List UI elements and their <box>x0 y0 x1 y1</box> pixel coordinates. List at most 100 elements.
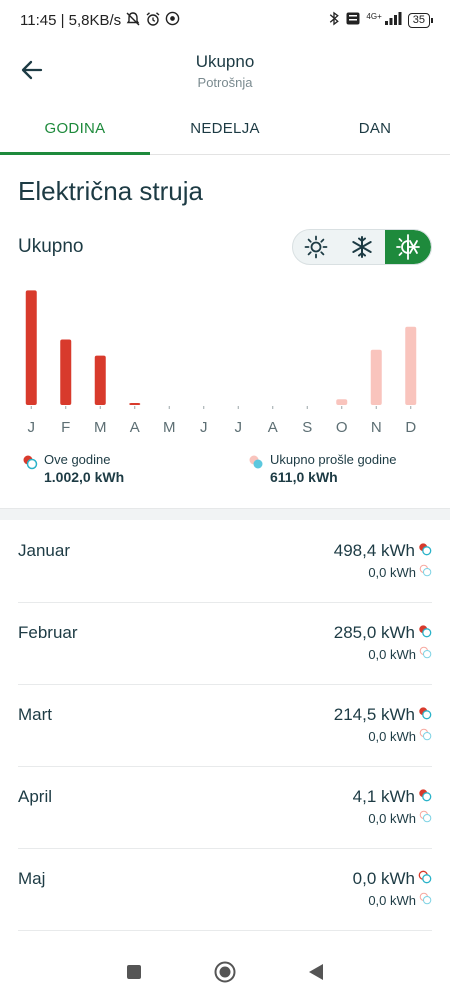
list-item[interactable]: Mart 214,5 kWh 0,0 kWh <box>18 685 432 767</box>
summer-button[interactable] <box>293 230 339 264</box>
sun-snowflake-icon <box>396 234 420 260</box>
chart-legend: Ove godine 1.002,0 kWh Ukupno prošle god… <box>0 452 450 492</box>
previous-year-marker-icon <box>419 728 432 744</box>
x-tick-label: M <box>163 419 176 436</box>
previous-year-marker-icon <box>419 564 432 580</box>
bar-current-0 <box>25 290 37 405</box>
previous-value-wrap: 0,0 kWh <box>368 892 432 908</box>
bar-current-2 <box>94 355 106 405</box>
status-bar: 11:45 | 5,8KB/s 4G+ 35 <box>0 0 450 40</box>
current-value: 4,1 kWh <box>352 787 415 806</box>
signal-icon <box>384 12 402 28</box>
previous-value: 0,0 kWh <box>368 892 416 908</box>
previous-value: 0,0 kWh <box>368 810 416 826</box>
current-value-wrap: 0,0 kWh <box>353 869 432 889</box>
bar-previous-9 <box>336 399 348 405</box>
home-circle-icon <box>214 961 236 982</box>
previous-year-marker-icon <box>419 646 432 662</box>
current-value-wrap: 4,1 kWh <box>353 787 432 807</box>
home-button[interactable] <box>214 961 236 988</box>
battery-indicator: 35 <box>407 12 434 28</box>
month-name: Maj <box>18 869 46 888</box>
bell-off-icon <box>125 11 141 30</box>
tab-nedelja[interactable]: NEDELJA <box>150 108 300 154</box>
x-tick-label: F <box>61 419 70 436</box>
section-title: Električna struja <box>18 176 203 206</box>
x-tick-label: S <box>302 419 312 436</box>
legend-current-label: Ove godine <box>44 452 111 467</box>
recents-button[interactable] <box>126 964 142 985</box>
winter-button[interactable] <box>339 230 385 264</box>
bar-current-3 <box>129 403 141 405</box>
current-value: 498,4 kWh <box>333 541 415 560</box>
list-item[interactable]: Maj 0,0 kWh 0,0 kWh <box>18 849 432 931</box>
list-item[interactable]: Januar 498,4 kWh 0,0 kWh <box>18 521 432 603</box>
current-year-marker-icon <box>23 455 38 470</box>
current-year-marker-icon <box>418 541 432 561</box>
triangle-back-icon <box>309 963 323 980</box>
season-toggle <box>292 229 432 265</box>
x-tick-label: N <box>371 419 382 436</box>
x-tick-label: A <box>268 419 278 436</box>
snowflake-icon <box>352 236 372 258</box>
system-nav-bar <box>0 948 450 1000</box>
list-item[interactable]: April 4,1 kWh 0,0 kWh <box>18 767 432 849</box>
status-time-speed: 11:45 | 5,8KB/s <box>20 11 122 29</box>
back-nav-button[interactable] <box>308 963 324 986</box>
legend-current-year: Ove godine 1.002,0 kWh <box>22 452 124 485</box>
previous-value: 0,0 kWh <box>368 564 416 580</box>
bar-previous-10 <box>370 349 382 405</box>
month-name: April <box>18 787 53 806</box>
network-type: 4G+ <box>366 11 382 21</box>
month-name: Januar <box>18 541 70 560</box>
x-tick-label: J <box>235 419 243 436</box>
current-year-marker-icon <box>418 623 432 643</box>
x-tick-label: J <box>200 419 208 436</box>
current-year-marker-icon <box>418 869 432 889</box>
x-tick-label: D <box>405 419 416 436</box>
previous-year-marker-icon <box>419 810 432 826</box>
previous-value: 0,0 kWh <box>368 728 416 744</box>
x-tick-label: O <box>336 419 348 436</box>
sun-icon <box>304 235 328 259</box>
volte-icon <box>346 12 360 28</box>
previous-value-wrap: 0,0 kWh <box>368 728 432 744</box>
consumption-bar-chart: JFMAMJJASOND <box>25 290 417 436</box>
current-year-marker-icon <box>418 705 432 725</box>
bar-previous-11 <box>405 326 417 405</box>
monthly-list: Januar 498,4 kWh 0,0 kWh Februar 285,0 k… <box>0 521 450 931</box>
current-value-wrap: 285,0 kWh <box>334 623 432 643</box>
subsection-title: Ukupno <box>18 236 84 257</box>
month-name: Mart <box>18 705 52 724</box>
bluetooth-icon <box>328 11 340 29</box>
current-value: 285,0 kWh <box>333 623 415 642</box>
previous-value-wrap: 0,0 kWh <box>368 646 432 662</box>
tab-godina[interactable]: GODINA <box>0 108 150 155</box>
current-value-wrap: 498,4 kWh <box>334 541 432 561</box>
month-name: Februar <box>18 623 78 642</box>
previous-year-marker-icon <box>249 455 263 469</box>
page-title: Ukupno <box>195 52 255 71</box>
legend-previous-label: Ukupno prošle godine <box>270 452 397 467</box>
legend-current-value: 1.002,0 kWh <box>44 469 125 485</box>
app-bar: Ukupno Potrošnja <box>0 40 450 100</box>
current-value-wrap: 214,5 kWh <box>334 705 432 725</box>
legend-previous-value: 611,0 kWh <box>270 469 338 485</box>
x-tick-label: J <box>28 419 36 436</box>
chrome-icon <box>165 11 180 29</box>
period-tabs: GODINA NEDELJA DAN <box>0 108 450 155</box>
current-value: 0,0 kWh <box>352 869 415 888</box>
tab-dan[interactable]: DAN <box>300 108 450 154</box>
page-subtitle: Potrošnja <box>197 75 253 90</box>
x-tick-label: M <box>94 419 107 436</box>
square-icon <box>127 964 141 979</box>
current-value: 214,5 kWh <box>333 705 415 724</box>
all-seasons-button[interactable] <box>385 230 431 264</box>
bar-current-1 <box>60 339 72 405</box>
x-tick-label: A <box>130 419 140 436</box>
alarm-icon <box>145 11 161 30</box>
previous-value-wrap: 0,0 kWh <box>368 810 432 826</box>
previous-value: 0,0 kWh <box>368 646 416 662</box>
current-year-marker-icon <box>418 787 432 807</box>
list-item[interactable]: Februar 285,0 kWh 0,0 kWh <box>18 603 432 685</box>
